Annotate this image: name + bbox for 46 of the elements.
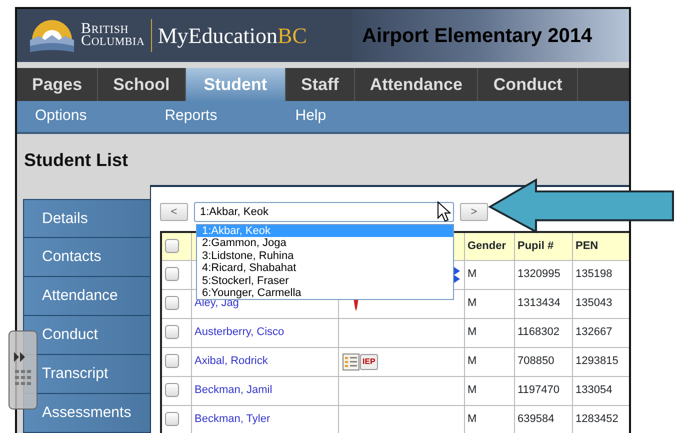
select-all-checkbox[interactable] [165,239,179,254]
next-button[interactable]: > [460,203,488,221]
column-header[interactable]: PEN [572,232,629,260]
table-cell: M [464,376,514,405]
document-icon [342,352,360,370]
dropdown-option[interactable]: 3:Lidstone, Ruhina [197,250,453,262]
iep-icon: IEP [360,354,378,370]
row-checkbox[interactable] [165,325,179,340]
school-title: Airport Elementary 2014 [361,24,592,48]
sidebar-item[interactable]: Assessments [23,394,153,433]
submenu-link[interactable]: Options [35,105,87,128]
dropdown-option[interactable]: 4:Ricard, Shabahat [197,262,453,275]
sidebar-item[interactable]: Contacts [23,238,153,277]
province-wordmark: BRITISH COLUMBIA [81,24,145,48]
table-cell: 1197470 [514,376,572,405]
column-header[interactable]: Pupil # [514,232,572,260]
table-cell: 1313434 [514,289,572,318]
dropdown-option[interactable]: 2:Gammon, Joga [197,237,453,250]
row-checkbox[interactable] [165,412,179,426]
sidebar-item[interactable]: Conduct [23,316,153,355]
student-select[interactable]: 1:Akbar, Keok [194,202,454,222]
row-checkbox[interactable] [165,267,179,282]
dropdown-option[interactable]: 6:Younger, Carmella [197,286,453,300]
row-checkbox[interactable] [165,354,179,368]
row-checkbox[interactable] [165,383,179,398]
submenu-link[interactable]: Help [295,105,326,128]
submenu-link[interactable]: Reports [164,105,218,128]
previous-button[interactable]: < [160,203,188,221]
sunrise-logo-icon [29,18,75,54]
cursor-icon [437,201,451,223]
table-cell: 708850 [514,347,572,376]
table-cell: M [464,289,514,318]
sidebar-item[interactable]: Attendance [23,277,153,316]
dropdown-option[interactable]: 5:Stockerl, Fraser [197,274,453,287]
table-cell: M [464,347,514,376]
row-checkbox[interactable] [165,296,179,310]
table-cell: 1168302 [514,318,572,347]
double-arrow-icon [452,266,460,284]
table-cell: M [464,260,514,289]
panel-handle-icon [8,330,38,410]
table-cell: 1320995 [514,260,572,289]
table-cell: M [464,318,514,347]
column-header[interactable]: Gender [464,232,514,260]
page-title: Student List [23,149,129,172]
sidebar-item[interactable]: Details [23,199,153,238]
app-logo-text: MyEducationBC [150,19,307,52]
